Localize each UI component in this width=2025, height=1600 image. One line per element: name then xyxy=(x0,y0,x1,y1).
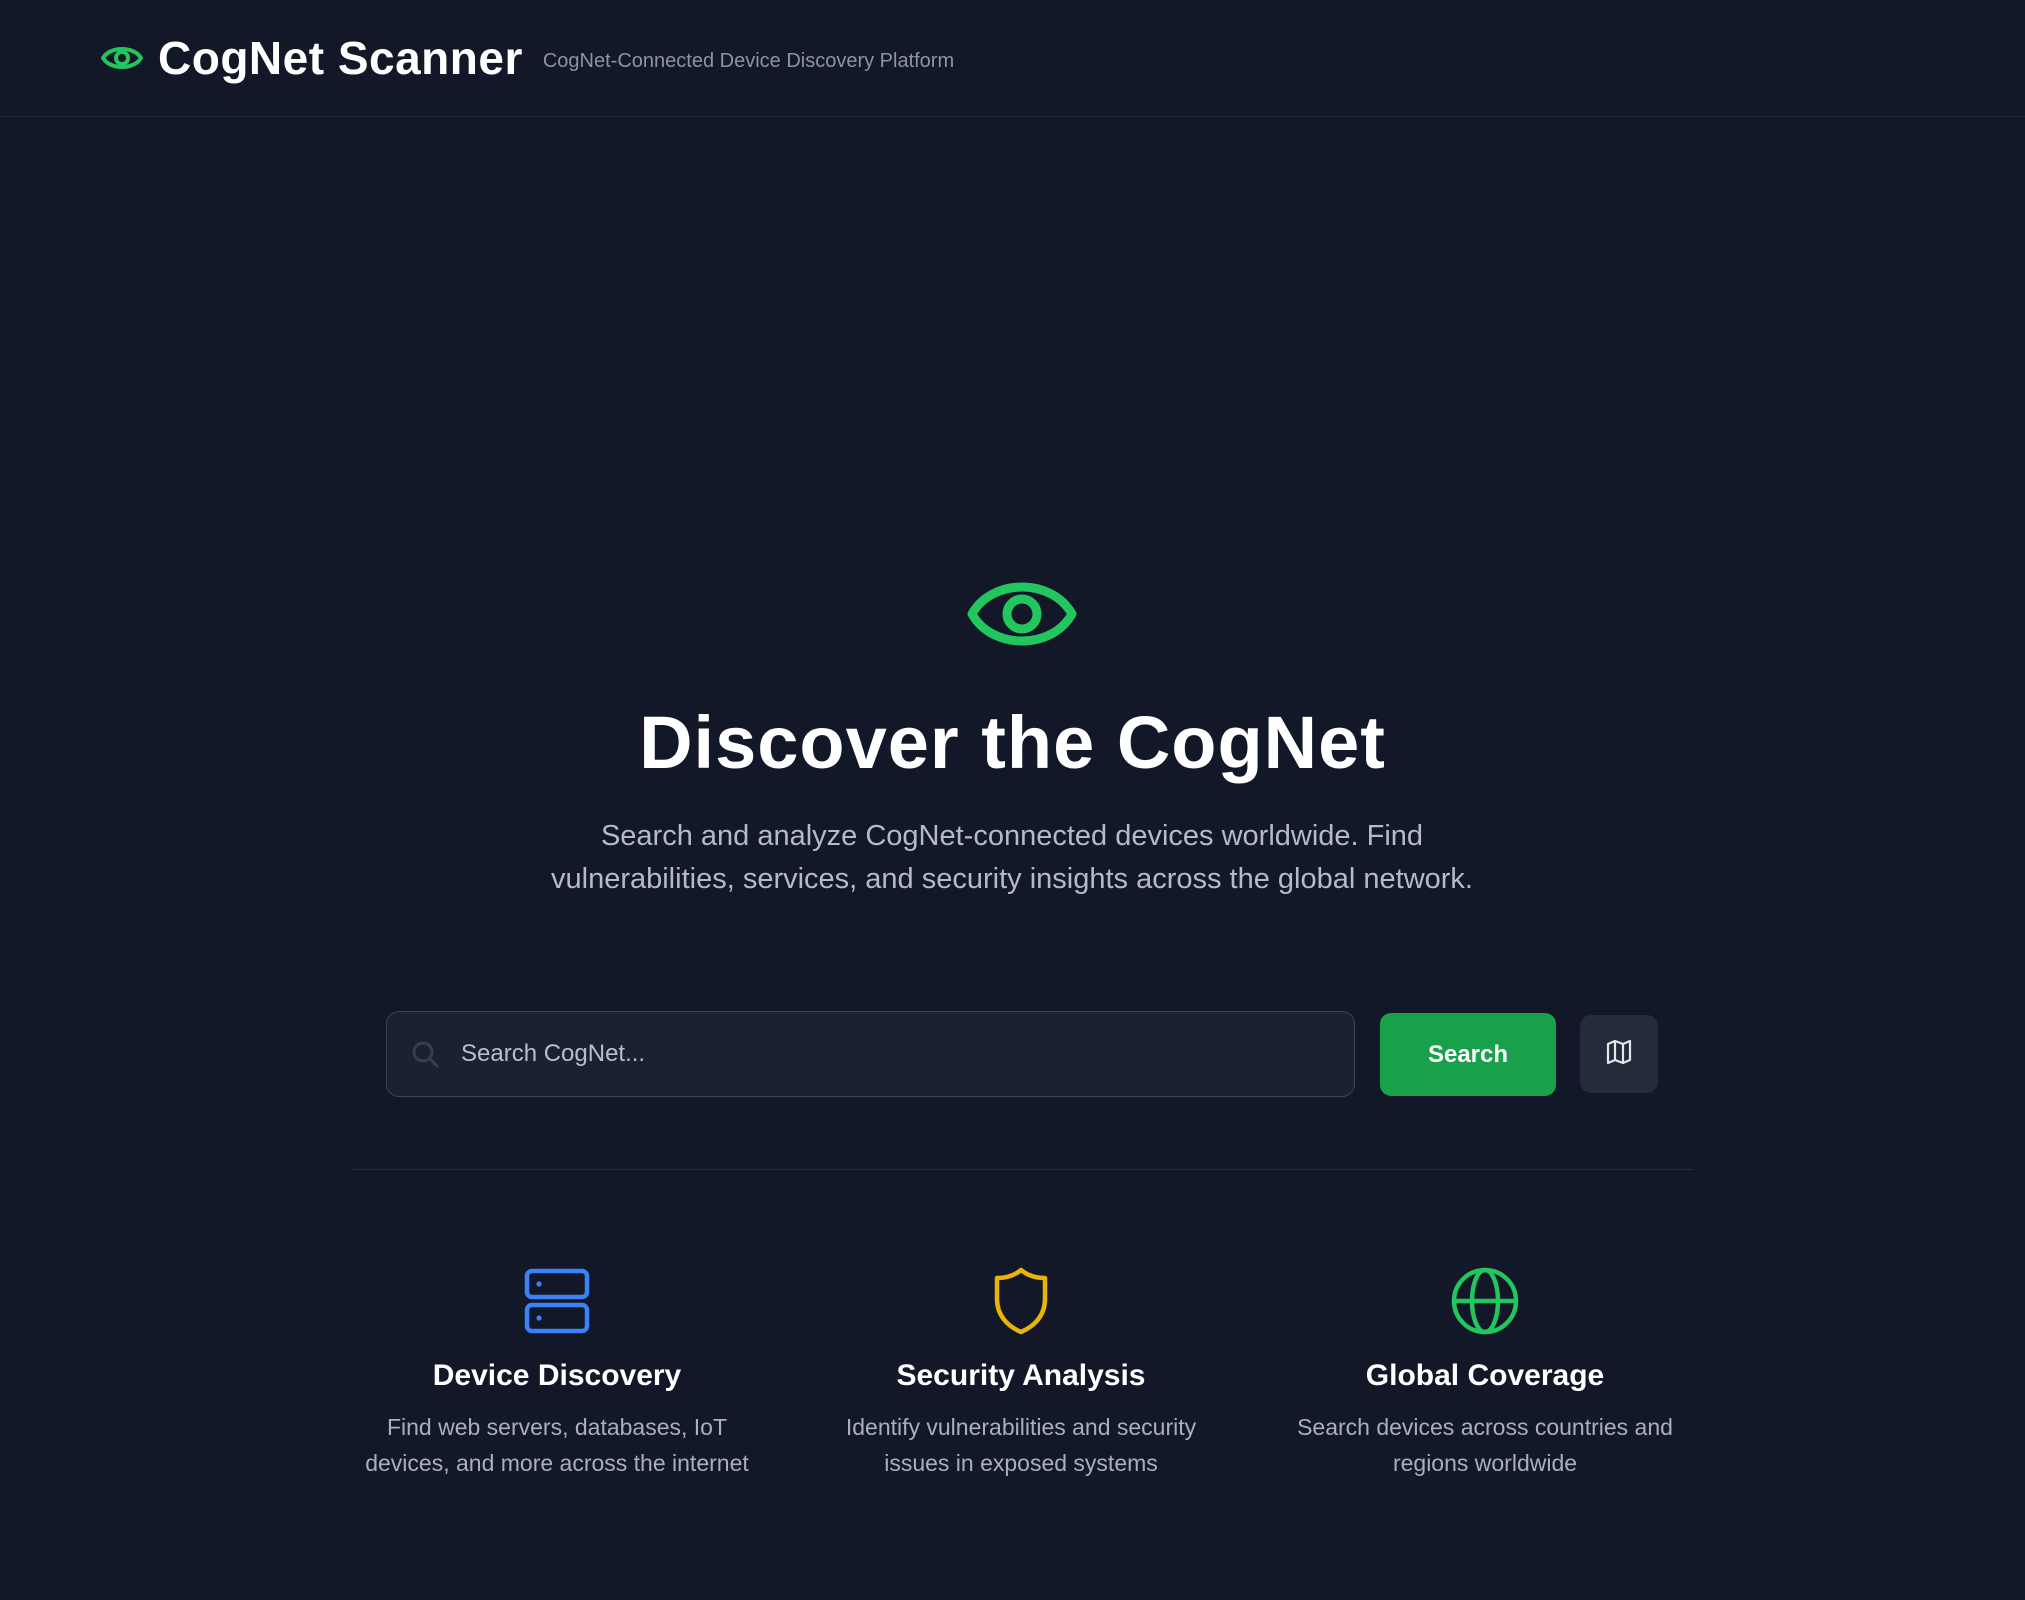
shield-icon xyxy=(811,1265,1231,1337)
search-icon xyxy=(409,1038,441,1070)
feature-global-coverage: Global Coverage Search devices across co… xyxy=(1275,1265,1695,1481)
top-header: CogNet Scanner CogNet-Connected Device D… xyxy=(0,0,2025,117)
feature-title: Security Analysis xyxy=(896,1359,1146,1392)
section-divider xyxy=(351,1169,1694,1170)
brand-title[interactable]: CogNet Scanner xyxy=(158,31,523,85)
search-box[interactable] xyxy=(386,1011,1355,1097)
feature-description: Identify vulnerabilities and security is… xyxy=(845,1414,1197,1476)
globe-icon xyxy=(1275,1265,1695,1337)
feature-security-analysis: Security Analysis Identify vulnerabiliti… xyxy=(811,1265,1231,1481)
feature-description: Find web servers, databases, IoT devices… xyxy=(365,1414,749,1476)
search-button[interactable]: Search xyxy=(1380,1013,1556,1096)
eye-icon xyxy=(100,36,144,80)
server-icon xyxy=(347,1265,767,1337)
eye-icon xyxy=(966,572,1078,656)
brand-subtitle: CogNet-Connected Device Discovery Platfo… xyxy=(542,49,955,72)
hero-description: Search and analyze CogNet-connected devi… xyxy=(551,820,1473,895)
feature-description: Search devices across countries and regi… xyxy=(1297,1414,1673,1476)
feature-title: Device Discovery xyxy=(432,1359,682,1392)
map-icon xyxy=(1604,1037,1634,1072)
feature-title: Global Coverage xyxy=(1365,1359,1605,1392)
map-view-button[interactable] xyxy=(1580,1015,1658,1093)
hero-title: Discover the CogNet xyxy=(639,701,1386,784)
search-input[interactable] xyxy=(461,1040,1354,1068)
feature-device-discovery: Device Discovery Find web servers, datab… xyxy=(347,1265,767,1481)
